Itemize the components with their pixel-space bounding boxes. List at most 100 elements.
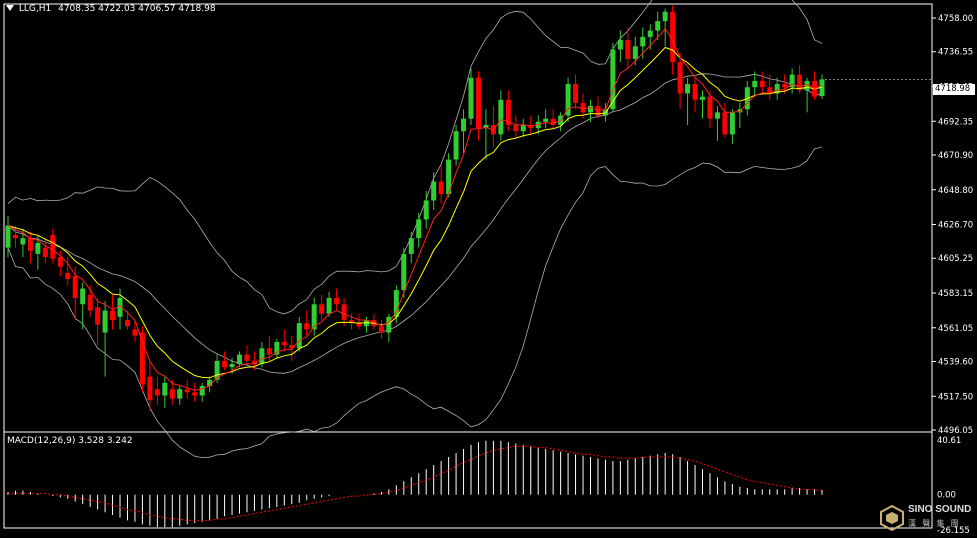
price-axis-label: 4517.50 bbox=[938, 392, 973, 402]
candle-body bbox=[192, 392, 198, 396]
ohlc-values: 4708.35 4722.03 4706.57 4718.98 bbox=[58, 4, 216, 14]
candle-body bbox=[722, 112, 728, 135]
candle-body bbox=[468, 77, 474, 119]
candle-body bbox=[5, 225, 11, 248]
price-axis-label: 4670.90 bbox=[938, 151, 973, 161]
candle-body bbox=[610, 49, 616, 110]
candle-body bbox=[50, 235, 56, 259]
candle-body bbox=[169, 389, 175, 399]
logo-icon bbox=[880, 505, 904, 531]
candle-body bbox=[550, 118, 556, 125]
candle-body bbox=[431, 181, 437, 201]
candle-body bbox=[20, 238, 26, 245]
candle-body bbox=[229, 364, 235, 368]
candle-body bbox=[640, 36, 646, 47]
candle-body bbox=[632, 46, 638, 59]
symbol-icon bbox=[6, 5, 14, 11]
candle-body bbox=[199, 386, 205, 396]
candle-body bbox=[453, 131, 459, 160]
candle-body bbox=[259, 348, 265, 365]
candle-body bbox=[677, 62, 683, 94]
candle-body bbox=[543, 118, 549, 122]
candle-body bbox=[714, 112, 720, 119]
candle-body bbox=[573, 84, 579, 103]
bollinger-middle-line bbox=[7, 73, 823, 374]
candle-body bbox=[326, 297, 332, 314]
candle-body bbox=[647, 30, 653, 37]
candle-body bbox=[281, 342, 287, 346]
price-axis-label: 4496.05 bbox=[938, 426, 973, 436]
chart-canvas: 4758.004736.554714.454692.354670.904648.… bbox=[3, 0, 973, 536]
symbol-label: LLG,H1 bbox=[18, 4, 52, 14]
candle-body bbox=[319, 304, 325, 314]
candle-body bbox=[65, 272, 71, 280]
candle-body bbox=[759, 80, 765, 88]
candle-body bbox=[461, 118, 467, 132]
candle-body bbox=[244, 354, 250, 361]
candle-body bbox=[162, 382, 168, 396]
candle-body bbox=[752, 80, 758, 88]
candle-body bbox=[80, 288, 86, 305]
candle-body bbox=[132, 329, 138, 336]
candle-body bbox=[124, 319, 130, 327]
candle-body bbox=[685, 84, 691, 94]
candle-body bbox=[42, 247, 48, 258]
ma-slow-line bbox=[7, 46, 823, 379]
price-axis-label: 4605.25 bbox=[938, 254, 973, 264]
candle-body bbox=[110, 310, 116, 320]
candle-body bbox=[102, 310, 108, 333]
candle-body bbox=[154, 389, 160, 396]
candle-body bbox=[334, 297, 340, 305]
candle-body bbox=[700, 96, 706, 100]
candle-body bbox=[222, 360, 228, 368]
current-price-label: 4718.98 bbox=[933, 84, 975, 95]
candle-body bbox=[12, 235, 18, 239]
ma-fast-line bbox=[7, 27, 823, 391]
candle-body bbox=[416, 219, 422, 239]
candle-body bbox=[498, 99, 504, 135]
candle-body bbox=[401, 253, 407, 291]
candle-body bbox=[147, 376, 153, 401]
candle-body bbox=[393, 290, 399, 317]
macd-signal-line bbox=[8, 445, 823, 521]
candle-body bbox=[304, 323, 310, 330]
candle-body bbox=[692, 84, 698, 100]
macd-panel-frame bbox=[3, 431, 933, 529]
price-axis-label: 4626.70 bbox=[938, 221, 973, 231]
candle-body bbox=[341, 304, 347, 320]
candle-body bbox=[184, 389, 190, 393]
candle-body bbox=[177, 389, 183, 399]
candle-body bbox=[266, 348, 272, 355]
price-axis-label: 4758.00 bbox=[938, 14, 973, 24]
candle-body bbox=[707, 96, 713, 119]
price-axis-label: 4648.80 bbox=[938, 186, 973, 196]
chart-window: 4758.004736.554714.454692.354670.904648.… bbox=[0, 0, 977, 538]
logo-sub: 漢 聲 集 團 bbox=[908, 519, 961, 528]
candle-body bbox=[782, 84, 788, 88]
price-axis-label: 4692.35 bbox=[938, 117, 973, 127]
macd-axis-label: 0.00 bbox=[937, 491, 956, 501]
candle-body bbox=[475, 77, 481, 129]
candle-body bbox=[87, 294, 93, 311]
candle-body bbox=[386, 316, 392, 333]
price-axis-label: 4539.60 bbox=[938, 358, 973, 368]
candle-body bbox=[378, 326, 384, 333]
macd-title: MACD(12,26,9) 3.528 3.242 bbox=[7, 436, 133, 446]
candle-body bbox=[655, 21, 661, 31]
candle-body bbox=[27, 238, 33, 251]
price-axis-label: 4736.55 bbox=[938, 48, 973, 58]
candle-body bbox=[423, 200, 429, 220]
candle-body bbox=[662, 11, 668, 22]
candle-body bbox=[296, 323, 302, 349]
bollinger-upper-line bbox=[7, 0, 823, 315]
candle-body bbox=[625, 40, 631, 59]
candle-body bbox=[513, 124, 519, 132]
macd-axis-label: 40.61 bbox=[937, 436, 961, 446]
candle-body bbox=[237, 354, 243, 365]
candle-body bbox=[438, 181, 444, 195]
candle-body bbox=[520, 124, 526, 132]
candle-body bbox=[72, 275, 78, 298]
candle-body bbox=[729, 112, 735, 135]
price-axis-label: 4583.15 bbox=[938, 289, 973, 299]
logo-brand: SINO SOUND bbox=[908, 504, 972, 515]
